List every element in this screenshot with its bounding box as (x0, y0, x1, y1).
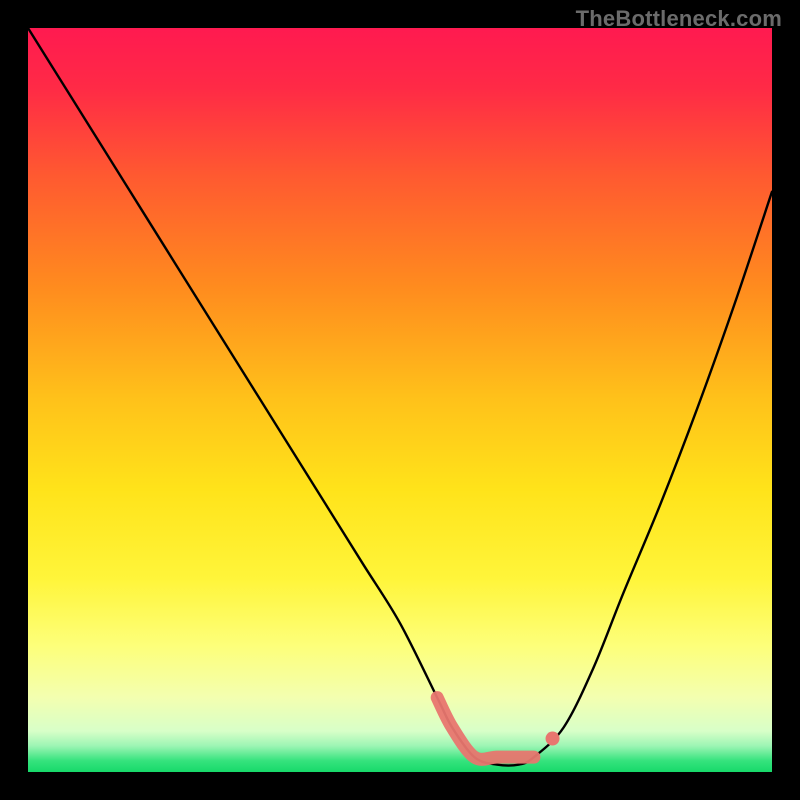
bottleneck-curve (28, 28, 772, 765)
plot-area (28, 28, 772, 772)
chart-frame: TheBottleneck.com (0, 0, 800, 800)
watermark-label: TheBottleneck.com (576, 6, 782, 32)
highlight-dot-icon (546, 732, 560, 746)
highlight-band (437, 698, 534, 760)
curve-layer (28, 28, 772, 772)
